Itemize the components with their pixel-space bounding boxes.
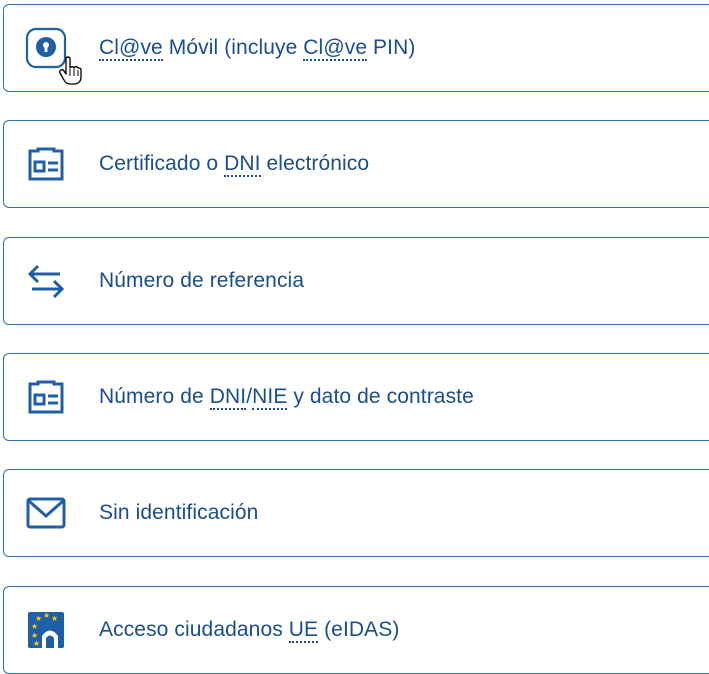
option-numero-referencia[interactable]: Número de referencia bbox=[3, 237, 709, 325]
option-label: Número de DNI/NIE y dato de contraste bbox=[99, 385, 474, 410]
abbr-ue: UE bbox=[288, 618, 319, 643]
abbr-clave: Cl@ve bbox=[99, 36, 163, 61]
option-label: Certificado o DNI electrónico bbox=[99, 152, 370, 177]
abbr-dni: DNI bbox=[209, 385, 247, 410]
option-label: Número de referencia bbox=[99, 269, 305, 292]
hand-cursor-icon bbox=[58, 56, 84, 86]
abbr-dni: DNI bbox=[224, 152, 261, 177]
abbr-nie: NIE bbox=[252, 385, 288, 410]
svg-text:★: ★ bbox=[43, 611, 50, 620]
arrows-exchange-icon bbox=[24, 259, 68, 303]
option-clave-movil[interactable]: Cl@ve Móvil (incluye Cl@ve PIN) bbox=[3, 4, 709, 92]
svg-text:★: ★ bbox=[31, 622, 38, 631]
id-card-icon bbox=[24, 142, 68, 186]
option-dni-nie-contraste[interactable]: Número de DNI/NIE y dato de contraste bbox=[3, 353, 709, 441]
svg-text:★: ★ bbox=[51, 614, 58, 623]
option-label: Acceso ciudadanos UE (eIDAS) bbox=[99, 618, 400, 643]
option-label: Cl@ve Móvil (incluye Cl@ve PIN) bbox=[99, 36, 416, 61]
eu-flag-icon: ★ ★ ★ ★ ★ ★ bbox=[24, 608, 68, 652]
id-card-icon bbox=[24, 375, 68, 419]
envelope-icon bbox=[24, 491, 68, 535]
svg-text:★: ★ bbox=[33, 639, 40, 648]
option-acceso-ue[interactable]: ★ ★ ★ ★ ★ ★ Acceso ciudadanos UE (eIDAS) bbox=[3, 586, 709, 674]
abbr-clave: Cl@ve bbox=[303, 36, 368, 61]
option-sin-identificacion[interactable]: Sin identificación bbox=[3, 469, 709, 557]
option-label: Sin identificación bbox=[99, 501, 259, 524]
option-certificado-dni[interactable]: Certificado o DNI electrónico bbox=[3, 120, 709, 208]
